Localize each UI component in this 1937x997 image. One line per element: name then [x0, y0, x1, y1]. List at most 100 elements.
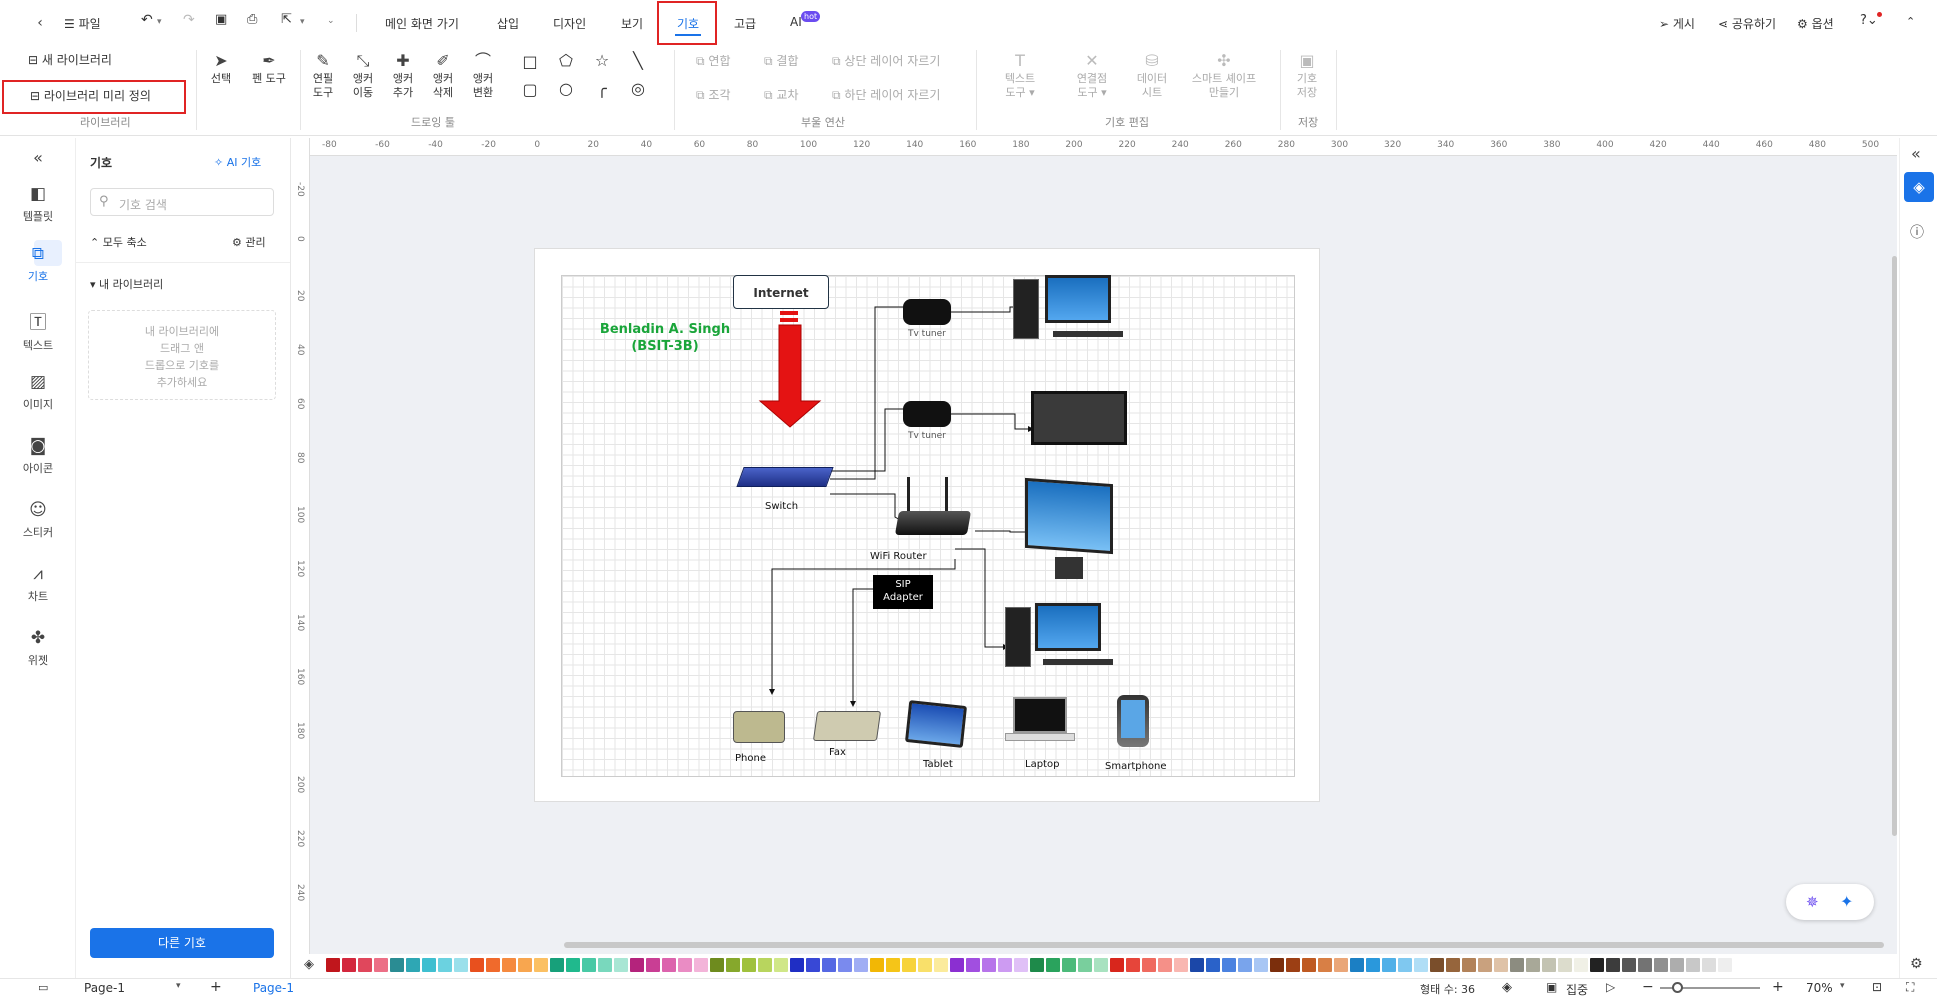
color-swatch[interactable] [1478, 958, 1492, 972]
tv-tuner-device[interactable] [903, 299, 951, 325]
rail-stickers[interactable]: ☺ 스티커 [0, 500, 76, 540]
magic-wand-icon[interactable]: ✵ [1806, 893, 1819, 911]
page-list-icon[interactable]: ▭ [38, 981, 48, 994]
options-button[interactable]: ⚙ 옵션 [1797, 15, 1834, 32]
color-swatch[interactable] [710, 958, 724, 972]
color-swatch[interactable] [438, 958, 452, 972]
color-swatch[interactable] [1142, 958, 1156, 972]
more-icon[interactable]: ⌄ [327, 16, 335, 26]
color-swatch[interactable] [1350, 958, 1364, 972]
color-swatch[interactable] [534, 958, 548, 972]
fill-bucket-icon[interactable]: ◈ [304, 957, 314, 972]
tab-advanced[interactable]: 고급 [734, 15, 756, 32]
zoom-in-icon[interactable]: + [1772, 979, 1784, 995]
manage-button[interactable]: ⚙ 관리 [232, 234, 266, 250]
new-library-button[interactable]: ⊟ 새 라이브러리 [28, 51, 112, 68]
color-swatch[interactable] [342, 958, 356, 972]
fit-page-icon[interactable]: ⊡ [1872, 980, 1882, 994]
color-swatch[interactable] [742, 958, 756, 972]
color-swatch[interactable] [918, 958, 932, 972]
color-swatch[interactable] [598, 958, 612, 972]
color-swatch[interactable] [1494, 958, 1508, 972]
rail-templates[interactable]: ◧ 템플릿 [0, 184, 76, 224]
share-button[interactable]: ⋖ 공유하기 [1718, 15, 1776, 32]
color-swatch[interactable] [1158, 958, 1172, 972]
expand-panel-icon[interactable]: « [1911, 144, 1921, 163]
desktop-tower[interactable] [1005, 607, 1031, 667]
color-swatch[interactable] [1558, 958, 1572, 972]
color-swatch[interactable] [982, 958, 996, 972]
color-swatch[interactable] [998, 958, 1012, 972]
focus-icon[interactable]: ▣ [1546, 980, 1557, 994]
color-swatch[interactable] [1590, 958, 1604, 972]
tab-view[interactable]: 보기 [621, 15, 643, 32]
horizontal-scrollbar[interactable] [564, 942, 1884, 948]
desktop-monitor[interactable] [1045, 275, 1111, 323]
color-swatch[interactable] [1542, 958, 1556, 972]
color-swatch[interactable] [1078, 958, 1092, 972]
color-swatch[interactable] [1286, 958, 1300, 972]
combine-button[interactable]: ⧉ 결합 [764, 52, 799, 69]
color-swatch[interactable] [1174, 958, 1188, 972]
save-symbol-button[interactable]: ▣ 기호 저장 [1290, 52, 1324, 100]
zoom-level[interactable]: 70% [1806, 981, 1833, 995]
color-swatch[interactable] [726, 958, 740, 972]
pentagon-icon[interactable]: ⬠ [556, 51, 576, 70]
color-swatch[interactable] [1254, 958, 1268, 972]
rail-widgets[interactable]: ✤ 위젯 [0, 628, 76, 668]
datasheet-button[interactable]: ⛁ 데이터 시트 [1134, 52, 1170, 100]
desktop-tower[interactable] [1013, 279, 1039, 339]
color-swatch[interactable] [1302, 958, 1316, 972]
lcd-monitor[interactable] [1025, 477, 1113, 555]
color-swatch[interactable] [774, 958, 788, 972]
color-swatch[interactable] [1046, 958, 1060, 972]
convert-anchor-tool[interactable]: ⌒ 앵커 변환 [468, 52, 498, 100]
my-library-header[interactable]: ▾ 내 라이브러리 [90, 276, 163, 292]
union-button[interactable]: ⧉ 연합 [696, 52, 731, 69]
color-swatch[interactable] [838, 958, 852, 972]
color-swatch[interactable] [326, 958, 340, 972]
collapse-all-button[interactable]: ⌃ 모두 축소 [90, 234, 147, 250]
color-swatch[interactable] [950, 958, 964, 972]
color-swatch[interactable] [1526, 958, 1540, 972]
vertical-scrollbar[interactable] [1892, 256, 1897, 836]
zoom-slider-knob[interactable] [1671, 982, 1683, 993]
color-swatch[interactable] [614, 958, 628, 972]
color-swatch[interactable] [374, 958, 388, 972]
phone-device[interactable] [733, 711, 785, 743]
color-swatch[interactable] [1222, 958, 1236, 972]
connect-tool[interactable]: ✕ 연결점 도구 ▾ [1062, 52, 1122, 100]
color-swatch[interactable] [886, 958, 900, 972]
tab-design[interactable]: 디자인 [553, 15, 586, 32]
color-swatch[interactable] [822, 958, 836, 972]
tab-main[interactable]: 메인 화면 가기 [385, 15, 459, 32]
settings-icon[interactable]: ⚙ [1910, 956, 1923, 972]
color-swatch[interactable] [1062, 958, 1076, 972]
play-icon[interactable]: ▷ [1606, 980, 1615, 994]
chevron-down-icon[interactable]: ▾ [300, 17, 305, 27]
fullscreen-icon[interactable]: ⛶ [1906, 980, 1914, 995]
fill-bucket-icon[interactable]: ◈ [1904, 172, 1934, 202]
color-swatch[interactable] [390, 958, 404, 972]
tv-tuner-device[interactable] [903, 401, 951, 427]
color-swatch[interactable] [454, 958, 468, 972]
color-swatch[interactable] [1094, 958, 1108, 972]
tab-ai[interactable]: AI [790, 15, 802, 29]
intersect-button[interactable]: ⧉ 교차 [764, 86, 799, 103]
color-swatch[interactable] [422, 958, 436, 972]
color-swatch[interactable] [1014, 958, 1028, 972]
laptop-screen[interactable] [1013, 697, 1067, 733]
color-swatch[interactable] [1382, 958, 1396, 972]
color-swatch[interactable] [1686, 958, 1700, 972]
trim-upper-button[interactable]: ⧉ 상단 레이어 자르기 [832, 52, 940, 69]
rail-icons[interactable]: ◙ 아이콘 [0, 436, 76, 476]
color-swatch[interactable] [662, 958, 676, 972]
file-menu[interactable]: ☰ 파일 [64, 15, 101, 32]
color-swatch[interactable] [582, 958, 596, 972]
fax-device[interactable] [812, 711, 882, 741]
color-swatch[interactable] [358, 958, 372, 972]
define-library-button[interactable]: ⊟ 라이브러리 미리 정의 [30, 87, 151, 104]
color-swatch[interactable] [566, 958, 580, 972]
publish-button[interactable]: ➢ 게시 [1659, 15, 1695, 32]
color-swatch[interactable] [1414, 958, 1428, 972]
